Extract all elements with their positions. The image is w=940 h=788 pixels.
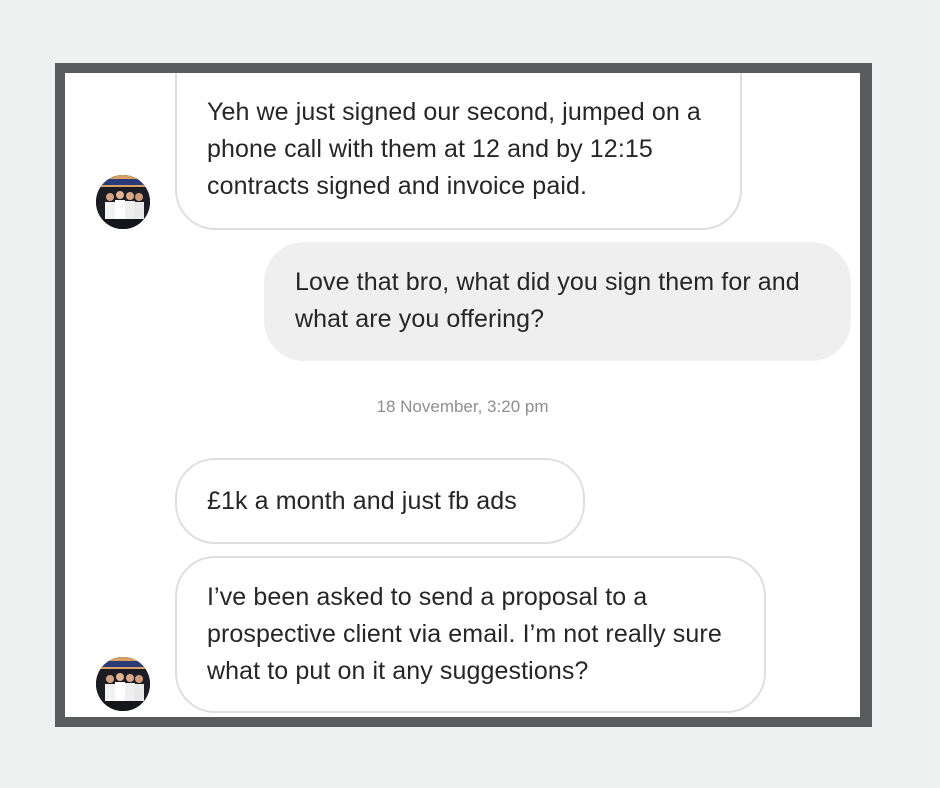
contact-avatar-icon[interactable] [96,657,150,711]
message-timestamp: 18 November, 3:20 pm [376,397,549,416]
message-bubble-incoming[interactable]: I’ve been asked to send a proposal to a … [175,556,766,713]
message-bubble-incoming[interactable]: £1k a month and just fb ads [175,458,585,544]
contact-avatar-icon[interactable] [96,175,150,229]
message-bubble-incoming[interactable]: Yeh we just signed our second, jumped on… [175,73,742,230]
message-bubble-outgoing[interactable]: Love that bro, what did you sign them fo… [264,242,851,361]
chat-thread[interactable]: Yeh we just signed our second, jumped on… [65,73,860,717]
